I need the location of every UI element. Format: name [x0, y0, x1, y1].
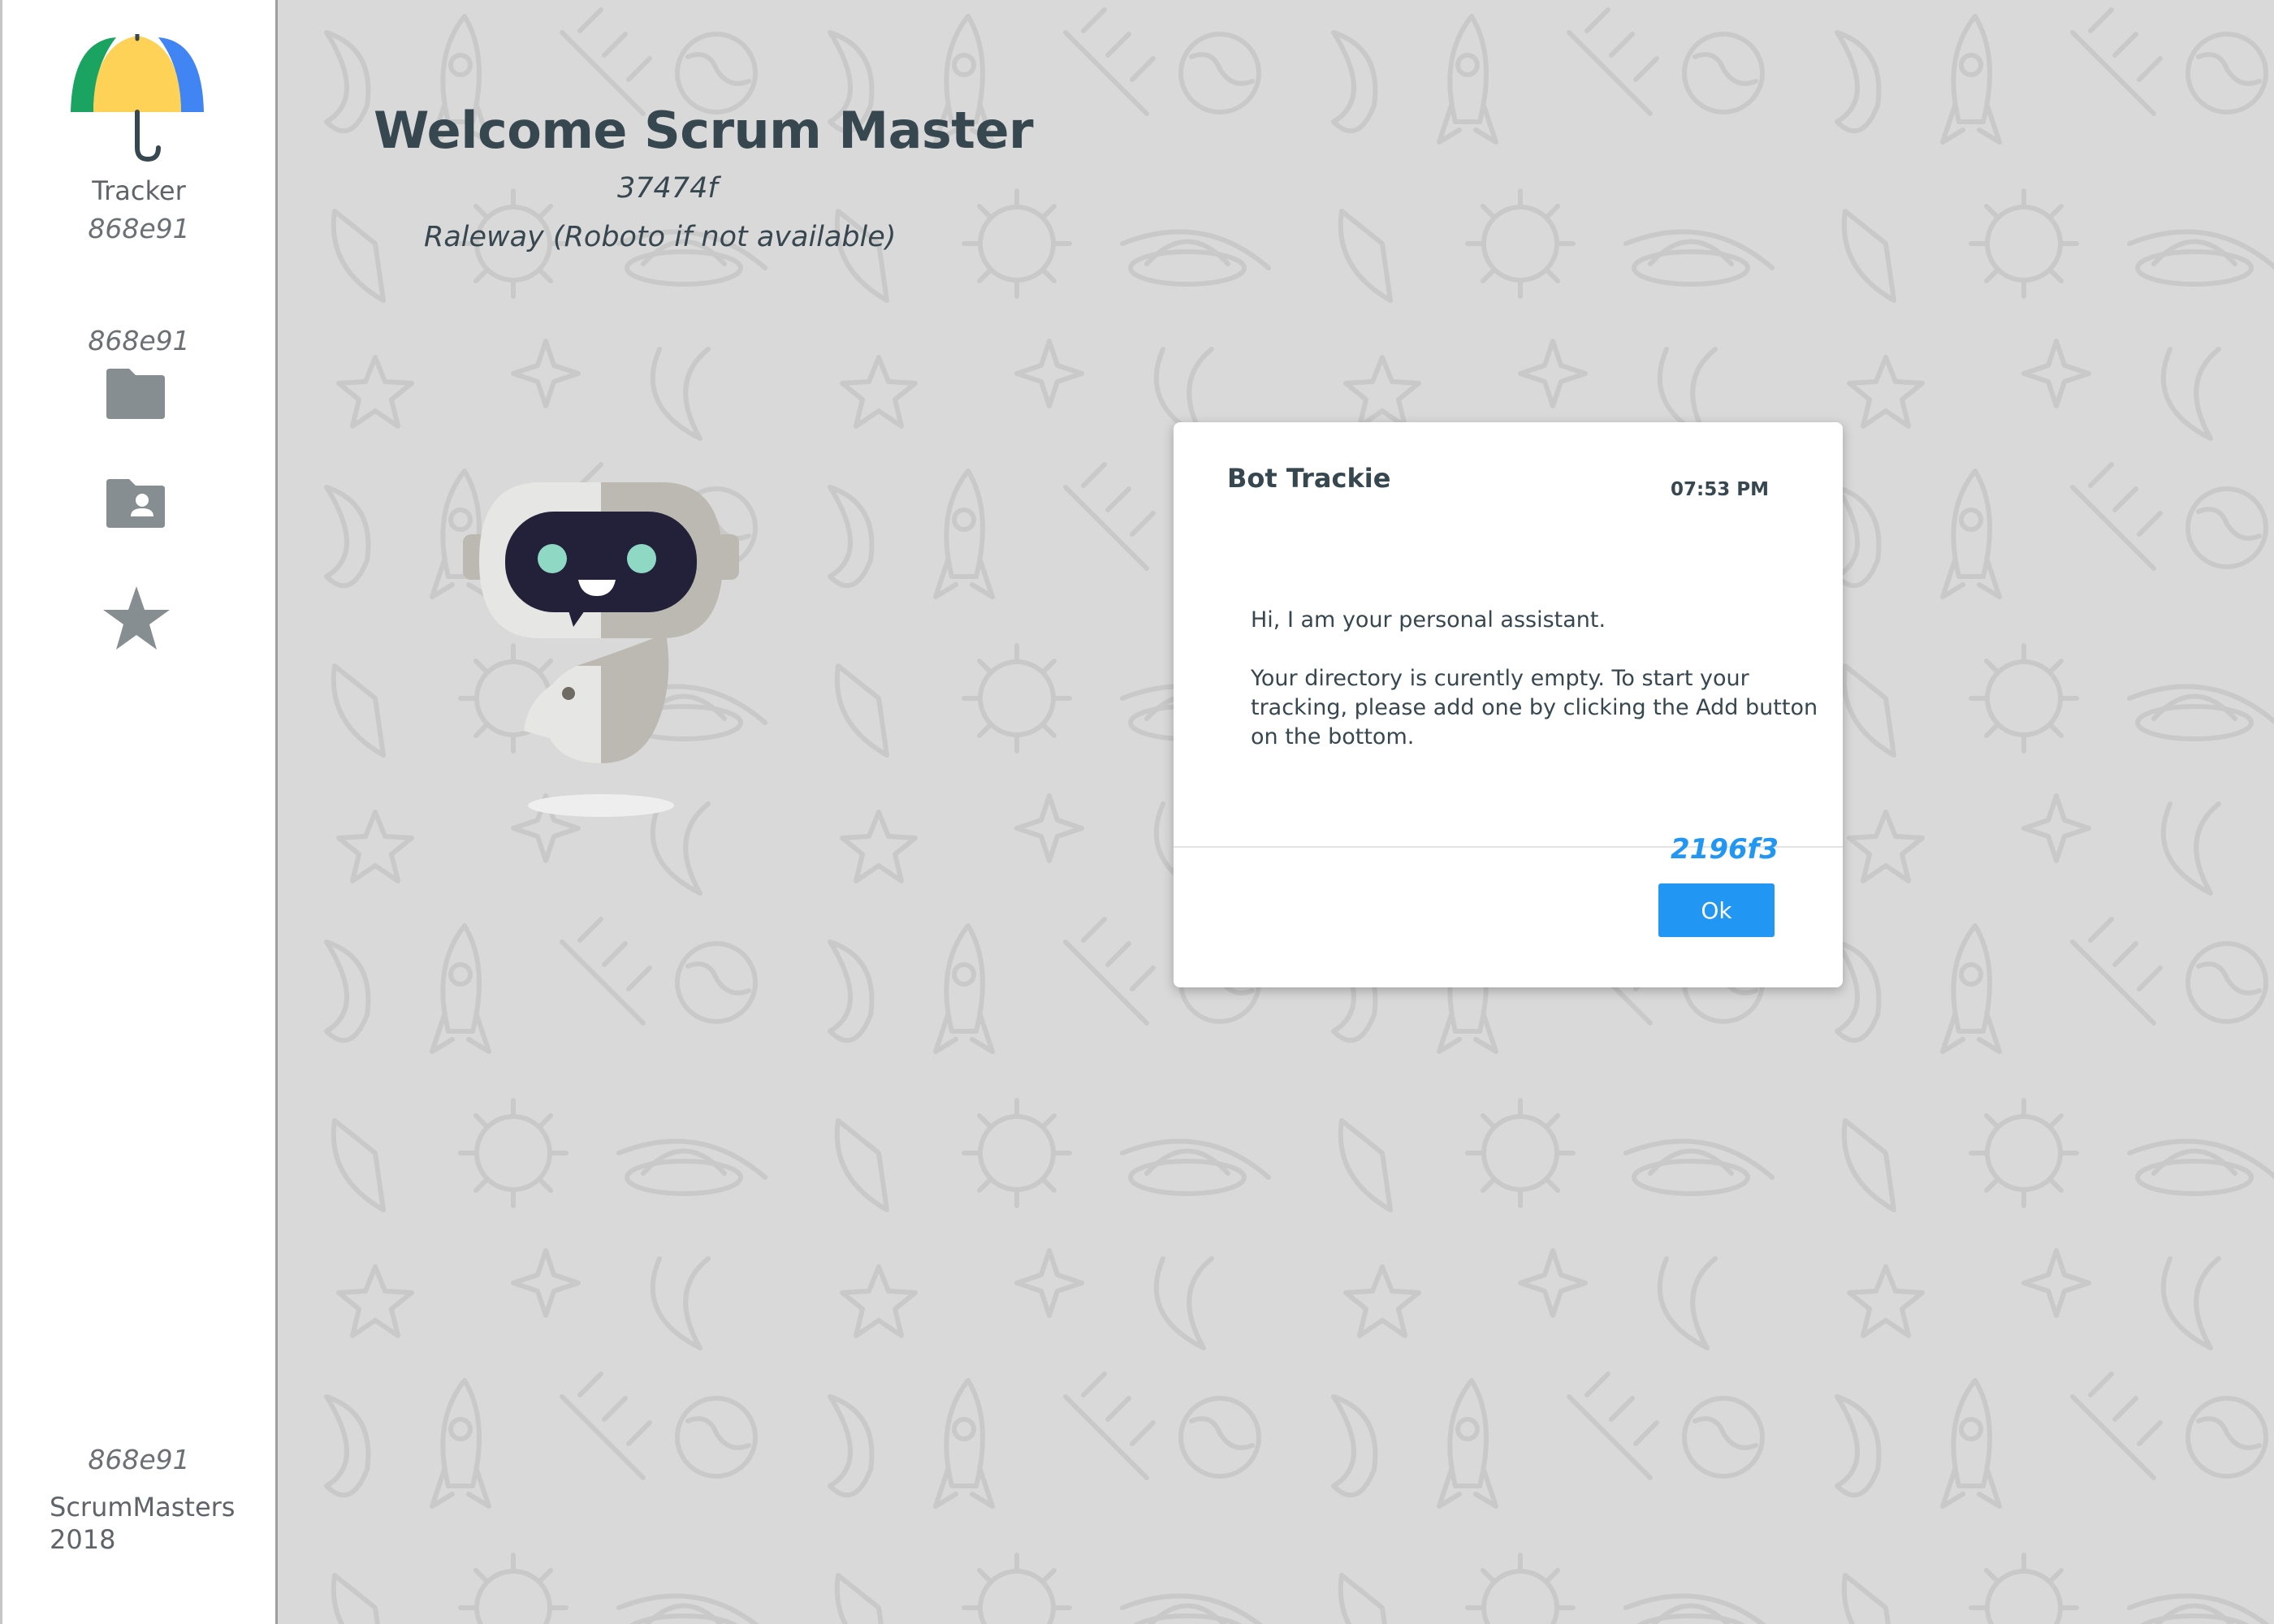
font-note: Raleway (Roboto if not available) [424, 221, 897, 253]
dialog-message-line: Hi, I am your personal assistant. [1251, 607, 1606, 633]
title-color-note: 37474f [617, 172, 718, 205]
footer-year: 2018 [50, 1524, 116, 1555]
page-title: Welcome Scrum Master [374, 101, 1034, 160]
contact-folder-icon[interactable] [106, 479, 166, 528]
dialog-message: Hi, I am your personal assistant. Your d… [1251, 606, 1819, 752]
footer-brand-name: ScrumMasters [50, 1492, 236, 1522]
dialog-time: 07:53 PM [1671, 479, 1769, 500]
ok-button[interactable]: Ok [1658, 883, 1775, 937]
footer-brand: ScrumMasters 2018 [50, 1491, 235, 1556]
color-note-top: 868e91 [88, 213, 190, 244]
sidebar: Tracker 868e91 868e91 868e91 ScrumMaster… [0, 0, 278, 1624]
dialog-sender: Bot Trackie [1227, 463, 1391, 494]
dialog-message-line: Your directory is curently empty. To sta… [1251, 666, 1818, 749]
button-color-note: 2196f3 [1671, 833, 1779, 866]
star-icon[interactable] [103, 586, 170, 651]
app-name: Tracker [92, 175, 186, 206]
main-area: Welcome Scrum Master 37474f Raleway (Rob… [278, 0, 2274, 1624]
umbrella-logo [71, 34, 204, 162]
assistant-dialog: Bot Trackie 07:53 PM Hi, I am your perso… [1174, 422, 1843, 987]
folder-icon[interactable] [106, 369, 166, 419]
color-note-footer: 868e91 [88, 1444, 190, 1475]
color-note-nav: 868e91 [88, 325, 190, 356]
robot-mascot-illustration [463, 482, 739, 817]
